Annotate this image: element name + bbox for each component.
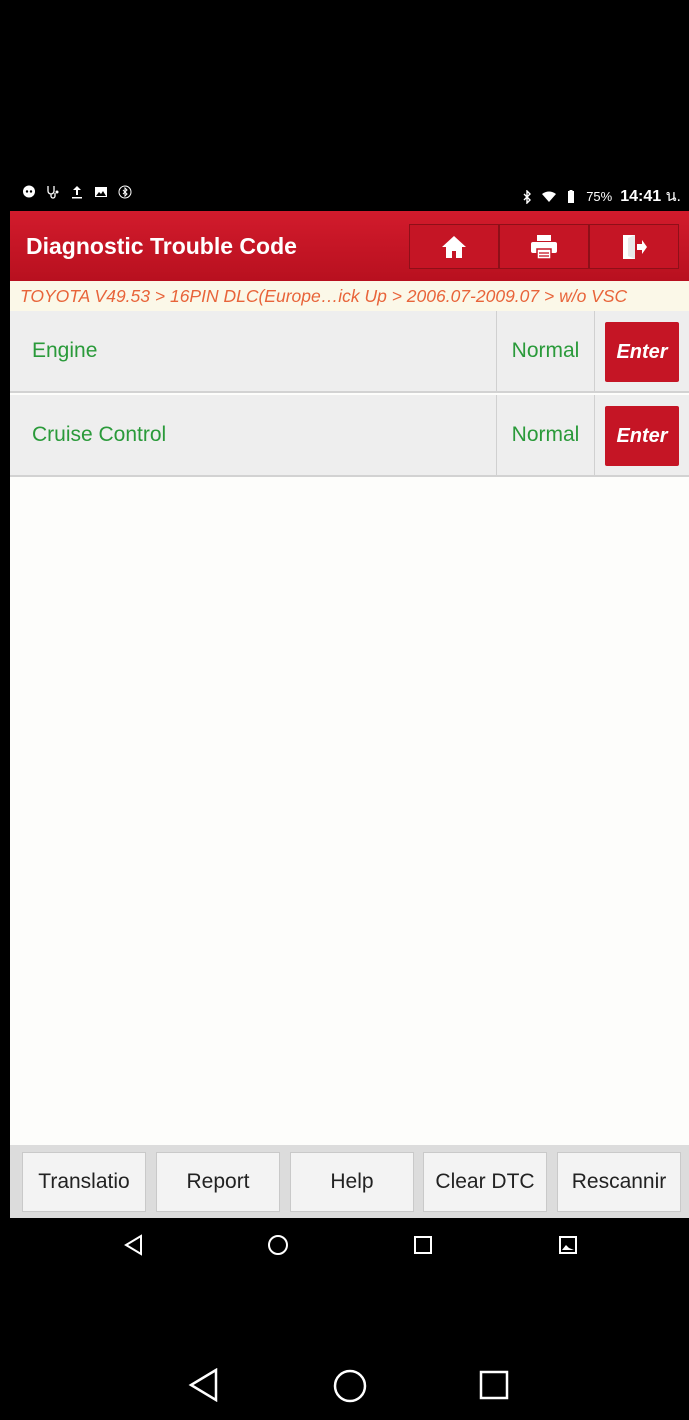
wifi-icon	[542, 191, 557, 202]
clock-time: 14:41	[620, 188, 662, 205]
clock-suffix: น.	[665, 188, 681, 205]
device-navigation-bar	[10, 1350, 689, 1420]
clear-dtc-button[interactable]: Clear DTC	[423, 1152, 547, 1212]
battery-percent: 75%	[586, 189, 613, 204]
app-window: Diagnostic Trouble Code TOYOTA V49.53 > …	[10, 211, 689, 1218]
app-navigation-bar	[10, 1218, 689, 1273]
status-bar: 75% 14:41 น.	[10, 175, 689, 211]
breadcrumb: TOYOTA V49.53 > 16PIN DLC(Europe…ick Up …	[10, 281, 689, 311]
print-icon	[531, 234, 557, 260]
system-status: Normal	[496, 395, 595, 475]
recents-icon[interactable]	[479, 1370, 509, 1400]
bluetooth-icon	[523, 189, 532, 204]
clock: 14:41 น.	[620, 184, 681, 209]
notification-icons	[22, 185, 132, 199]
rescan-button[interactable]: Rescannir	[557, 1152, 681, 1212]
system-row-cruise-control: Cruise Control Normal Enter	[10, 395, 689, 477]
home-icon	[442, 235, 466, 258]
report-button[interactable]: Report	[156, 1152, 280, 1212]
battery-icon	[568, 189, 575, 203]
device-screen: 75% 14:41 น. Diagnostic Trouble Code TOY…	[10, 10, 689, 1420]
image-icon	[95, 187, 107, 197]
system-name: Engine	[32, 339, 98, 362]
print-button[interactable]	[499, 224, 589, 269]
system-name: Cruise Control	[32, 423, 167, 446]
home-circle-icon[interactable]	[267, 1234, 289, 1256]
bottom-toolbar: Translatio Report Help Clear DTC Rescann…	[10, 1145, 689, 1218]
enter-button[interactable]: Enter	[605, 322, 679, 382]
screenshot-icon[interactable]	[558, 1235, 578, 1255]
back-icon[interactable]	[188, 1368, 220, 1402]
stethoscope-icon	[47, 186, 59, 199]
upload-icon	[72, 186, 82, 199]
translation-button[interactable]: Translatio	[22, 1152, 146, 1212]
back-icon[interactable]	[123, 1234, 145, 1256]
recents-icon[interactable]	[413, 1235, 433, 1255]
exit-button[interactable]	[589, 224, 679, 269]
system-status: Normal	[496, 311, 595, 391]
home-circle-icon[interactable]	[333, 1369, 367, 1403]
system-status: 75% 14:41 น.	[520, 184, 681, 209]
chat-icon	[23, 185, 35, 198]
system-row-engine: Engine Normal Enter	[10, 311, 689, 393]
page-title: Diagnostic Trouble Code	[26, 233, 297, 259]
enter-button[interactable]: Enter	[605, 406, 679, 466]
home-button[interactable]	[409, 224, 499, 269]
bluetooth-circle-icon	[118, 185, 132, 199]
header-bar: Diagnostic Trouble Code	[10, 211, 689, 281]
help-button[interactable]: Help	[290, 1152, 414, 1212]
exit-icon	[623, 234, 647, 259]
